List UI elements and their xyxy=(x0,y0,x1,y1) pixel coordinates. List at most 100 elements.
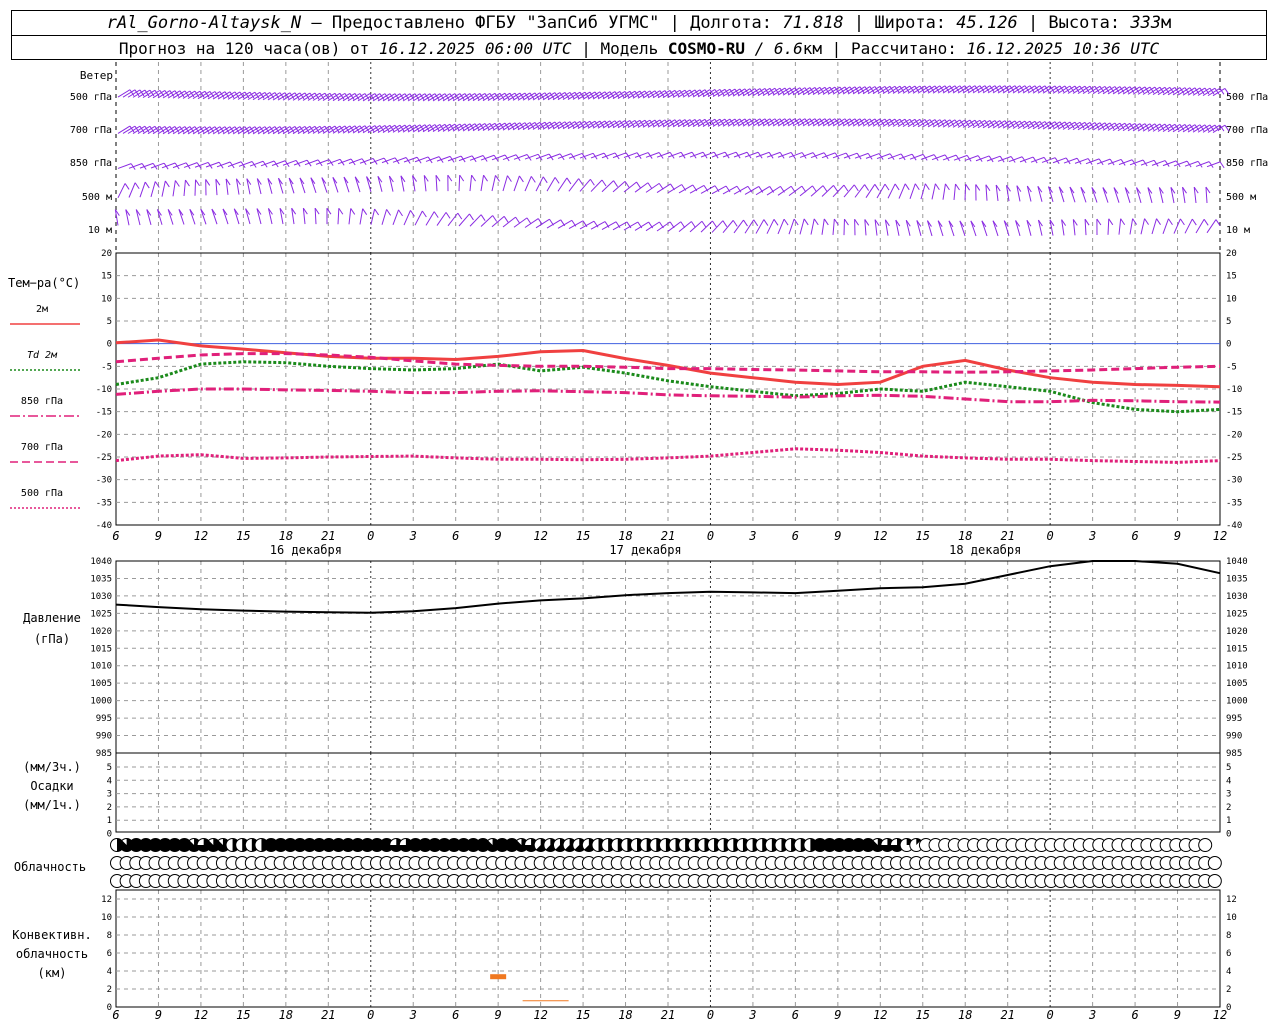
x-tick-label-bottom: 21 xyxy=(661,1008,675,1022)
x-tick-label-bottom: 12 xyxy=(194,1008,208,1022)
wind-barb-staff xyxy=(557,177,568,192)
wind-barb-staff xyxy=(321,177,328,193)
wind-barb-flag xyxy=(613,180,619,187)
temp-tick-label-right: -15 xyxy=(1226,408,1242,418)
temp-series-line-3 xyxy=(115,352,1221,374)
wind-level-label: 500 м xyxy=(82,192,112,203)
wind-barb-staff xyxy=(590,179,603,192)
wind-barb-staff xyxy=(1182,87,1196,96)
wind-barb-staff xyxy=(1206,219,1217,234)
wind-barb-staff xyxy=(288,177,295,194)
x-tick-label-bottom: 6 xyxy=(1131,1008,1138,1022)
conv-label-3: (км) xyxy=(38,966,67,980)
wind-barb-staff xyxy=(557,219,573,229)
wind-barb-staff xyxy=(970,220,977,237)
wind-barb-staff xyxy=(354,176,361,193)
wind-barb-staff xyxy=(678,184,694,194)
wind-barb-staff xyxy=(799,185,813,197)
wind-barb-flag xyxy=(554,177,560,184)
x-tick-label-bottom: 9 xyxy=(495,1008,502,1022)
wind-barb-staff xyxy=(810,218,815,235)
wind-barb-flag xyxy=(530,176,536,183)
temp-tick-label-left: -30 xyxy=(96,476,112,486)
wind-barb-staff xyxy=(1207,87,1221,97)
wind-barb-staff xyxy=(987,120,1001,129)
wind-barb-staff xyxy=(535,218,550,229)
wind-barb-flag xyxy=(386,209,392,216)
wind-barb-staff xyxy=(711,185,727,195)
wind-barb-staff xyxy=(348,208,352,225)
wind-barb-staff xyxy=(1118,218,1122,235)
cloud-title: Облачность xyxy=(14,860,86,874)
wind-barb-staff xyxy=(1067,121,1081,130)
conv-tick-label-left: 4 xyxy=(107,967,112,977)
wind-barb-flag xyxy=(1108,218,1114,226)
x-tick-label-bottom: 18 xyxy=(958,1008,972,1022)
cloud-symbol xyxy=(1207,856,1222,870)
temp-tick-label-left: -5 xyxy=(101,362,112,372)
wind-barb-staff xyxy=(233,208,240,225)
wind-barb-flag xyxy=(874,184,880,191)
wind-barb-flag xyxy=(124,183,130,190)
temp-tick-label-left: -10 xyxy=(96,385,112,395)
wind-barb-staff xyxy=(189,209,196,225)
wind-barb-staff xyxy=(1167,123,1181,133)
wind-barb-staff xyxy=(865,153,880,159)
wind-barb-staff xyxy=(1184,218,1193,234)
pressure-tick-label-right: 1025 xyxy=(1226,609,1248,619)
wind-barb-staff xyxy=(977,120,991,129)
wind-barb-staff xyxy=(212,91,226,100)
precip-tick-label-right: 4 xyxy=(1226,776,1231,786)
wind-barb-staff xyxy=(1202,124,1216,133)
wind-barb-staff xyxy=(942,154,957,161)
x-tick-label-top: 6 xyxy=(452,529,459,543)
x-tick-label-bottom: 0 xyxy=(707,1008,714,1022)
wind-barb-staff xyxy=(634,221,649,231)
wind-barb-staff xyxy=(122,89,136,98)
conv-tick-label-right: 2 xyxy=(1226,985,1231,995)
wind-barb-flag xyxy=(326,207,332,215)
wind-barb-staff xyxy=(1142,123,1156,132)
wind-barb-staff xyxy=(381,209,388,225)
x-tick-label-bottom: 0 xyxy=(1047,1008,1054,1022)
wind-barb-staff xyxy=(150,181,156,198)
wind-barb-flag xyxy=(134,182,140,190)
wind-barb-staff xyxy=(645,182,660,193)
x-tick-label-top: 12 xyxy=(1213,529,1227,543)
wind-barb-staff xyxy=(1173,160,1188,167)
x-tick-label-bottom: 15 xyxy=(916,1008,930,1022)
pressure-tick-label-left: 1035 xyxy=(90,574,112,584)
wind-barb-staff xyxy=(1041,157,1056,163)
wind-barb-flag xyxy=(566,177,572,185)
wind-barb-flag xyxy=(763,219,769,226)
temp-tick-label-right: -10 xyxy=(1226,385,1242,395)
wind-barb-staff xyxy=(1202,87,1216,96)
wind-barb-staff xyxy=(1140,159,1155,166)
wind-barb-staff xyxy=(277,178,284,194)
wind-barb-staff xyxy=(194,179,197,196)
pressure-tick-label-right: 995 xyxy=(1226,714,1242,724)
precip-tick-label-left: 4 xyxy=(107,776,112,786)
wind-barb-staff xyxy=(959,220,966,237)
wind-barb-staff xyxy=(854,184,866,198)
pressure-title: Давление xyxy=(23,611,81,625)
conv-tick-label-right: 4 xyxy=(1226,967,1231,977)
day-label: 18 декабря xyxy=(949,543,1021,557)
conv-tick-label-right: 12 xyxy=(1226,895,1237,905)
wind-barb-staff xyxy=(937,220,944,237)
wind-barb-staff xyxy=(337,208,340,225)
wind-barb-staff xyxy=(579,178,591,192)
wind-barb-staff xyxy=(1187,87,1201,96)
wind-barb-staff xyxy=(964,155,979,161)
wind-barb-staff xyxy=(1162,123,1176,133)
temp-tick-label-right: -25 xyxy=(1226,453,1242,463)
wind-barb-flag xyxy=(934,183,940,191)
wind-barb-staff xyxy=(1069,186,1076,203)
x-tick-label-bottom: 18 xyxy=(618,1008,632,1022)
wind-barb-flag xyxy=(722,220,728,227)
wind-barb-staff xyxy=(1147,123,1161,132)
wind-barb-flag xyxy=(601,179,607,187)
temp-legend-label: 2м xyxy=(36,304,48,315)
pressure-tick-label-left: 1005 xyxy=(90,679,112,689)
wind-barb-flag xyxy=(492,215,498,222)
